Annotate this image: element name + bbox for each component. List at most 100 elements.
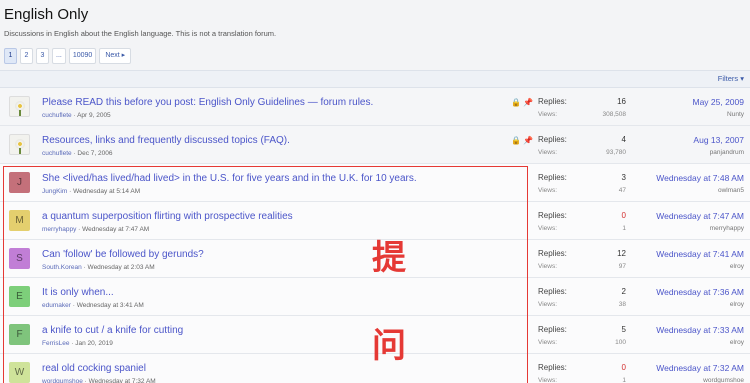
thread-start-date[interactable]: Wednesday at 5:14 AM: [73, 188, 140, 195]
last-post-user-link[interactable]: elroy: [634, 301, 744, 308]
replies-label: Replies:: [538, 97, 567, 106]
thread-start-date[interactable]: Apr 9, 2005: [77, 112, 111, 119]
thread-meta: South.Korean · Wednesday at 2:03 AM: [42, 264, 155, 271]
forum-title: English Only: [4, 6, 89, 23]
replies-count: 0: [621, 363, 626, 372]
thread-title-link[interactable]: She <lived/has lived/had lived> in the U…: [42, 173, 417, 184]
replies-count: 4: [621, 135, 626, 144]
last-post-user-link[interactable]: elroy: [634, 263, 744, 270]
page-ellipsis-button[interactable]: ...: [52, 48, 66, 64]
thread-title-link[interactable]: Resources, links and frequently discusse…: [42, 135, 290, 146]
last-post-user-link[interactable]: merryhappy: [634, 225, 744, 232]
thread-start-date[interactable]: Wednesday at 2:03 AM: [88, 264, 155, 271]
thread-title-link[interactable]: a quantum superposition flirting with pr…: [42, 211, 293, 222]
views-count: 308,508: [602, 111, 627, 118]
last-post: Wednesday at 7:48 AM owlman5: [634, 173, 744, 194]
thread-author-link[interactable]: JungKim: [42, 188, 67, 195]
annotation-char-2: 问: [372, 326, 406, 366]
lock-icon: 🔒 📌: [511, 98, 534, 107]
avatar[interactable]: M: [9, 210, 30, 231]
last-post-user-link[interactable]: Nunty: [634, 111, 744, 118]
last-post-user-link[interactable]: panjandrum: [634, 149, 744, 156]
views-label: Views:: [538, 263, 558, 270]
avatar[interactable]: S: [9, 248, 30, 269]
replies-count: 3: [621, 173, 626, 182]
thread-start-date[interactable]: Wednesday at 3:41 AM: [77, 302, 144, 309]
thread-meta: FerrisLee · Jan 20, 2019: [42, 340, 113, 347]
thread-stats: Replies: 12 Views: 97: [538, 249, 626, 273]
thread-meta: wordgumshoe · Wednesday at 7:32 AM: [42, 378, 156, 383]
views-count: 1: [622, 225, 626, 232]
thread-start-date[interactable]: Dec 7, 2006: [77, 150, 112, 157]
forum-header: English Only Discussions in English abou…: [0, 0, 750, 70]
last-post: Wednesday at 7:36 AM elroy: [634, 287, 744, 308]
page-2-button[interactable]: 2: [20, 48, 33, 64]
thread-start-date[interactable]: Wednesday at 7:32 AM: [89, 378, 156, 383]
thread-start-date[interactable]: Jan 20, 2019: [75, 340, 113, 347]
thread-stats: Replies: 0 Views: 1: [538, 211, 626, 235]
last-post-date-link[interactable]: Wednesday at 7:32 AM: [634, 363, 744, 373]
views-count: 38: [618, 301, 626, 308]
thread-stats: Replies: 0 Views: 1: [538, 363, 626, 383]
thread-author-link[interactable]: cuchuflete: [42, 150, 72, 157]
thread-title-link[interactable]: Can 'follow' be followed by gerunds?: [42, 249, 204, 260]
lock-icon: 🔒 📌: [511, 136, 534, 145]
replies-label: Replies:: [538, 287, 567, 296]
thread-title-link[interactable]: a knife to cut / a knife for cutting: [42, 325, 183, 336]
replies-count: 0: [621, 211, 626, 220]
last-post-date-link[interactable]: Wednesday at 7:41 AM: [634, 249, 744, 259]
thread-meta: cuchuflete · Dec 7, 2006: [42, 150, 112, 157]
thread-author-link[interactable]: merryhappy: [42, 226, 76, 233]
thread-author-link[interactable]: FerrisLee: [42, 340, 69, 347]
replies-label: Replies:: [538, 325, 567, 334]
views-label: Views:: [538, 225, 558, 232]
replies-count: 2: [621, 287, 626, 296]
thread-stats: Replies: 2 Views: 38: [538, 287, 626, 311]
thread-meta: edumaker · Wednesday at 3:41 AM: [42, 302, 144, 309]
replies-count: 5: [621, 325, 626, 334]
page-last-button[interactable]: 10090: [68, 48, 97, 64]
views-label: Views:: [538, 339, 558, 346]
thread-author-link[interactable]: cuchuflete: [42, 112, 72, 119]
replies-label: Replies:: [538, 249, 567, 258]
last-post-date-link[interactable]: Wednesday at 7:33 AM: [634, 325, 744, 335]
pin-icon: 📌: [523, 136, 534, 145]
next-page-button[interactable]: Next ▸: [99, 48, 132, 64]
views-label: Views:: [538, 187, 558, 194]
pagination: 1 2 3 ... 10090 Next ▸: [4, 48, 132, 64]
page-3-button[interactable]: 3: [36, 48, 49, 64]
views-label: Views:: [538, 377, 558, 383]
last-post-date-link[interactable]: May 25, 2009: [634, 97, 744, 107]
thread-title-link[interactable]: real old cocking spaniel: [42, 363, 146, 374]
forum-description: Discussions in English about the English…: [4, 29, 277, 38]
avatar[interactable]: E: [9, 286, 30, 307]
avatar[interactable]: J: [9, 172, 30, 193]
thread-row[interactable]: Resources, links and frequently discusse…: [0, 126, 750, 164]
thread-title-link[interactable]: Please READ this before you post: Englis…: [42, 97, 373, 108]
pin-icon: 📌: [523, 98, 534, 107]
thread-author-link[interactable]: edumaker: [42, 302, 71, 309]
last-post-date-link[interactable]: Wednesday at 7:48 AM: [634, 173, 744, 183]
avatar[interactable]: F: [9, 324, 30, 345]
avatar[interactable]: W: [9, 362, 30, 383]
thread-author-link[interactable]: wordgumshoe: [42, 378, 83, 383]
page-1-button[interactable]: 1: [4, 48, 17, 64]
last-post-user-link[interactable]: wordgumshoe: [634, 377, 744, 383]
last-post-date-link[interactable]: Aug 13, 2007: [634, 135, 744, 145]
last-post-user-link[interactable]: elroy: [634, 339, 744, 346]
avatar[interactable]: [9, 134, 30, 155]
thread-row[interactable]: E It is only when... edumaker · Wednesday …: [0, 278, 750, 316]
thread-row[interactable]: J She <lived/has lived/had lived> in the …: [0, 164, 750, 202]
last-post-user-link[interactable]: owlman5: [634, 187, 744, 194]
last-post-date-link[interactable]: Wednesday at 7:36 AM: [634, 287, 744, 297]
thread-title-link[interactable]: It is only when...: [42, 287, 114, 298]
views-count: 100: [615, 339, 626, 346]
thread-author-link[interactable]: South.Korean: [42, 264, 82, 271]
thread-start-date[interactable]: Wednesday at 7:47 AM: [82, 226, 149, 233]
thread-row[interactable]: Please READ this before you post: Englis…: [0, 88, 750, 126]
filters-button[interactable]: Filters ▾: [718, 74, 744, 83]
replies-label: Replies:: [538, 363, 567, 372]
avatar[interactable]: [9, 96, 30, 117]
last-post: Wednesday at 7:32 AM wordgumshoe: [634, 363, 744, 383]
last-post-date-link[interactable]: Wednesday at 7:47 AM: [634, 211, 744, 221]
